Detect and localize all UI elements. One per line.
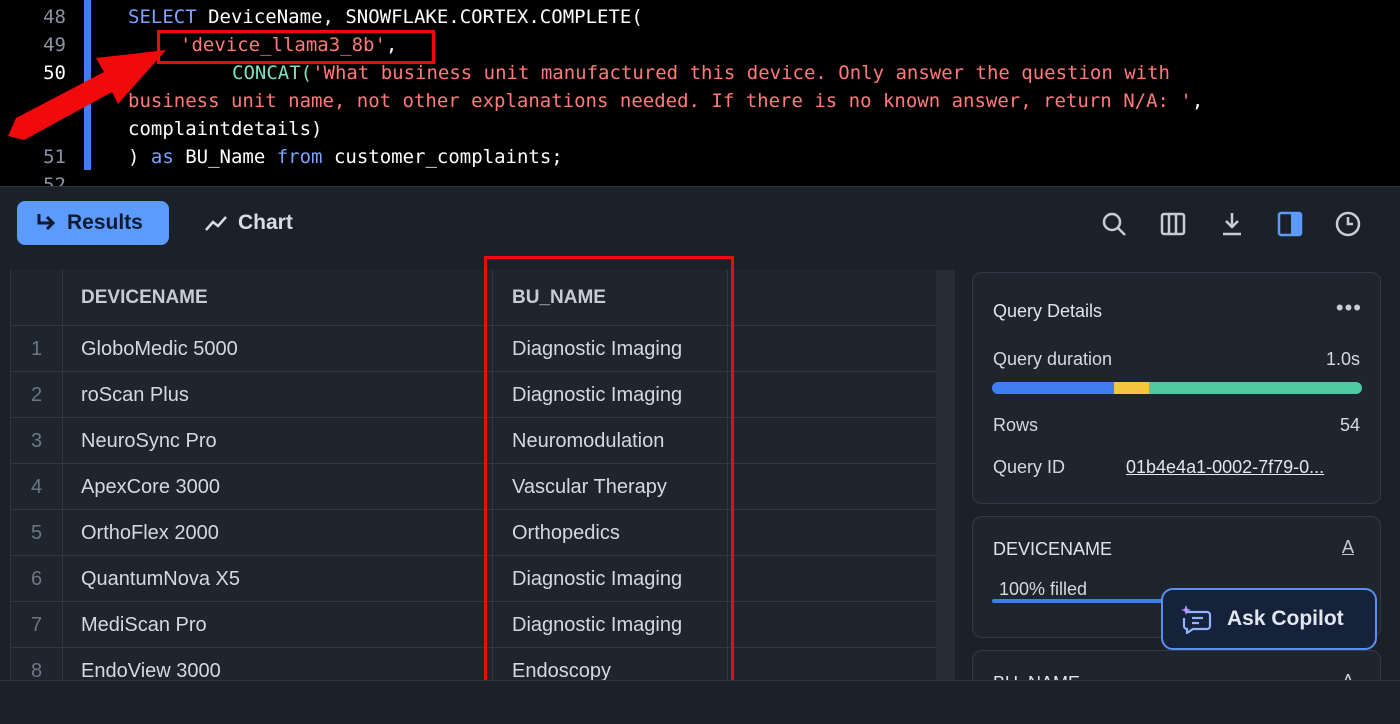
prompt-string: 'What business unit manufactured this de…: [312, 62, 1171, 84]
search-button[interactable]: [1099, 209, 1129, 239]
columns-button[interactable]: [1158, 209, 1188, 239]
cell-devicename[interactable]: NeuroSync Pro: [63, 418, 493, 464]
code-text: DeviceName, SNOWFLAKE.CORTEX.COMPLETE(: [196, 6, 643, 28]
table-row[interactable]: 5 OrthoFlex 2000 Orthopedics: [11, 510, 936, 556]
table-row[interactable]: 6 QuantumNova X5 Diagnostic Imaging: [11, 556, 936, 602]
function-concat: CONCAT(: [232, 62, 313, 84]
row-index: 7: [11, 602, 63, 648]
keyword-select: SELECT: [128, 6, 197, 28]
query-duration-bar: [992, 382, 1362, 394]
table-row[interactable]: 7 MediScan Pro Diagnostic Imaging: [11, 602, 936, 648]
download-button[interactable]: [1217, 209, 1247, 239]
results-toolbar: Results Chart: [0, 186, 1400, 258]
duration-segment-compile: [992, 382, 1115, 394]
code-text: customer_complaints;: [322, 146, 563, 168]
search-icon: [1102, 212, 1126, 236]
row-index: 3: [11, 418, 63, 464]
table-header-row: DEVICENAME BU_NAME: [11, 270, 936, 326]
line-chart-icon: [205, 216, 227, 231]
code-line-50: CONCAT('What business unit manufactured …: [232, 62, 1170, 84]
line-number: 48: [43, 6, 66, 28]
tab-results[interactable]: Results: [17, 201, 169, 245]
model-highlight-box: [157, 30, 435, 64]
panel-toggle-icon: [1277, 211, 1303, 237]
query-duration-label: Query duration: [993, 349, 1113, 369]
row-index: 6: [11, 556, 63, 602]
row-index: 5: [11, 510, 63, 556]
bu-name-column-highlight-box: [484, 256, 734, 706]
keyword-as: as: [150, 146, 174, 168]
query-details-title: Query Details: [993, 301, 1103, 321]
code-text: ): [128, 146, 151, 168]
duration-segment-execute: [1149, 382, 1362, 394]
prompt-string: business unit name, not other explanatio…: [128, 90, 1192, 112]
rows-label: Rows: [993, 415, 1039, 435]
query-id-label: Query ID: [993, 457, 1066, 477]
cell-devicename[interactable]: EndoView 3000: [63, 648, 493, 680]
column-name: DEVICENAME: [993, 539, 1113, 559]
query-duration-value: 1.0s: [1325, 349, 1360, 369]
cell-devicename[interactable]: roScan Plus: [63, 372, 493, 418]
query-details-card: Query Details ••• Query duration 1.0s Ro…: [972, 272, 1381, 504]
line-number: 52: [43, 174, 66, 186]
text-type-icon: A: [1341, 537, 1354, 557]
rows-value: 54: [1339, 415, 1360, 435]
code-line-48: SELECT DeviceName, SNOWFLAKE.CORTEX.COMP…: [128, 6, 643, 28]
download-icon: [1223, 213, 1241, 236]
return-arrow-icon: [37, 214, 56, 231]
keyword-from: from: [276, 146, 323, 168]
tab-chart[interactable]: Chart: [186, 201, 316, 245]
cell-devicename[interactable]: ApexCore 3000: [63, 464, 493, 510]
status-bar: [0, 680, 1400, 724]
query-id-link[interactable]: 01b4e4a1-0002-7f79-0...: [1126, 457, 1362, 478]
row-index: 1: [11, 326, 63, 372]
panel-toggle-button[interactable]: [1275, 209, 1305, 239]
table-row[interactable]: 8 EndoView 3000 Endoscopy: [11, 648, 936, 680]
more-options-button[interactable]: •••: [1336, 295, 1362, 321]
table-row[interactable]: 4 ApexCore 3000 Vascular Therapy: [11, 464, 936, 510]
sql-editor[interactable]: 48 49 50 51 52 SELECT DeviceName, SNOWFL…: [0, 0, 1400, 186]
cell-devicename[interactable]: QuantumNova X5: [63, 556, 493, 602]
table-row[interactable]: 1 GloboMedic 5000 Diagnostic Imaging: [11, 326, 936, 372]
tab-chart-label: Chart: [238, 211, 293, 234]
line-number: 51: [43, 146, 66, 168]
tab-results-label: Results: [67, 211, 143, 234]
table-row[interactable]: 3 NeuroSync Pro Neuromodulation: [11, 418, 936, 464]
row-index-header: [11, 270, 63, 326]
code-line-51: ) as BU_Name from customer_complaints;: [128, 146, 563, 168]
cell-devicename[interactable]: GloboMedic 5000: [63, 326, 493, 372]
code-text: BU_Name: [173, 146, 277, 168]
grid-vertical-scrollbar[interactable]: [936, 270, 955, 680]
row-index: 4: [11, 464, 63, 510]
cell-devicename[interactable]: OrthoFlex 2000: [63, 510, 493, 556]
filled-percentage: 100% filled: [999, 579, 1088, 599]
ask-copilot-button[interactable]: Ask Copilot: [1161, 588, 1377, 650]
row-index: 8: [11, 648, 63, 680]
columns-icon: [1160, 212, 1186, 236]
table-row[interactable]: 2 roScan Plus Diagnostic Imaging: [11, 372, 936, 418]
ask-copilot-label: Ask Copilot: [1227, 607, 1344, 630]
red-arrow-annotation: [8, 50, 166, 140]
row-index: 2: [11, 372, 63, 418]
history-icon: [1335, 211, 1361, 237]
results-grid[interactable]: DEVICENAME BU_NAME 1 GloboMedic 5000 Dia…: [10, 270, 955, 680]
history-button[interactable]: [1333, 209, 1363, 239]
code-line-50-wrap: business unit name, not other explanatio…: [128, 90, 1203, 112]
column-header-devicename[interactable]: DEVICENAME: [63, 270, 493, 326]
code-text: ,: [1191, 90, 1204, 112]
duration-segment-queue: [1114, 382, 1150, 394]
cell-devicename[interactable]: MediScan Pro: [63, 602, 493, 648]
copilot-sparkle-icon: [1181, 605, 1212, 634]
